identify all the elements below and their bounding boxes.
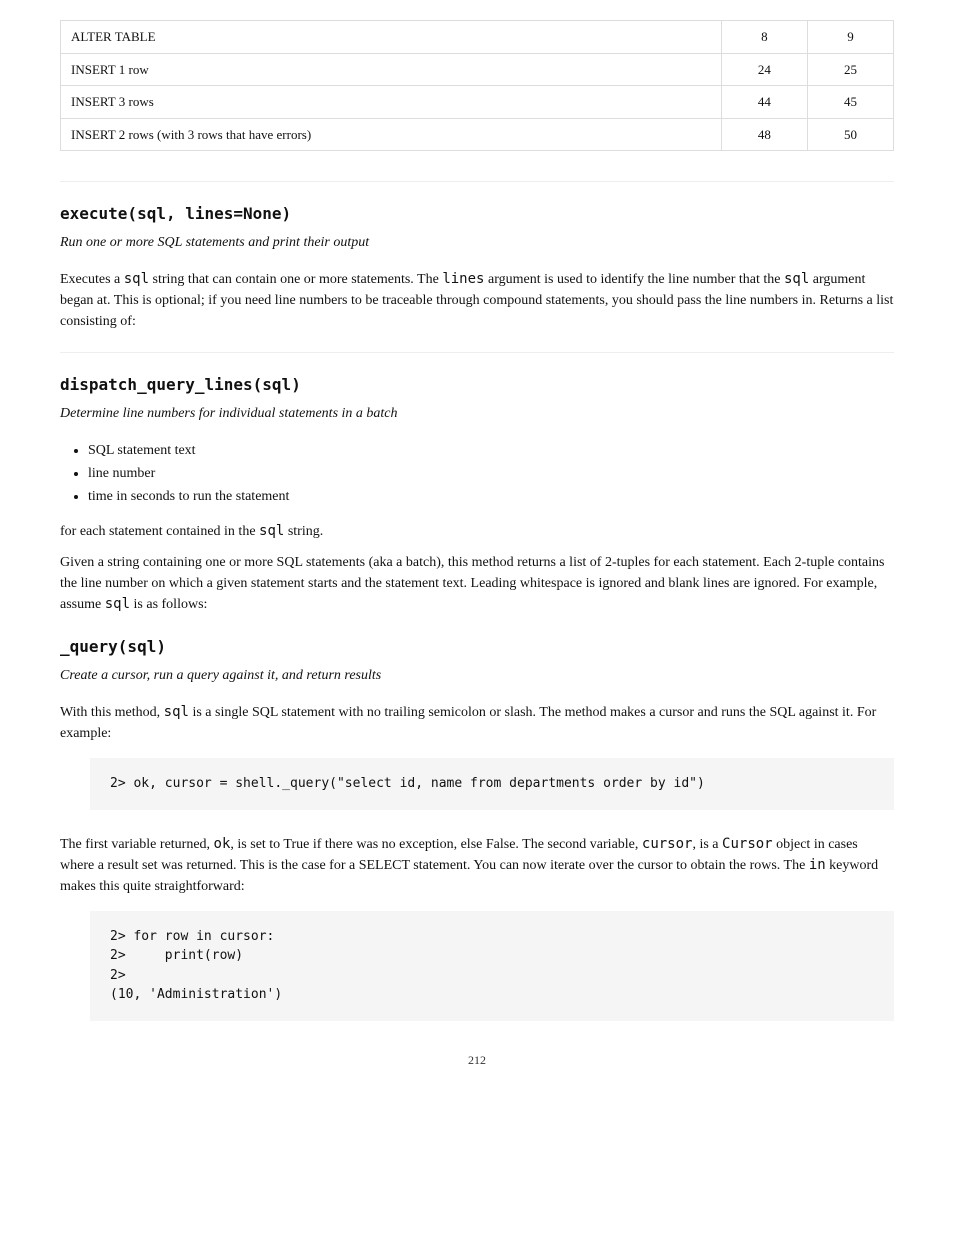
inline-code: sql [259,523,284,539]
cell-operation: INSERT 3 rows [61,86,722,119]
inline-code: sql [164,704,189,720]
separator [60,181,894,182]
table-row: ALTER TABLE 8 9 [61,21,894,54]
inline-code: ok [214,836,231,852]
cell-operation: ALTER TABLE [61,21,722,54]
cell-val2: 25 [807,53,893,86]
method-paragraph: With this method, sql is a single SQL st… [60,702,894,744]
method-paragraph: Given a string containing one or more SQ… [60,552,894,615]
inline-code: cursor [642,836,693,852]
inline-code: Cursor [722,836,773,852]
inline-code: sql [105,596,130,612]
list-item: time in seconds to run the statement [88,486,894,507]
method-subtitle: Determine line numbers for individual st… [60,403,894,424]
inline-code: sql [124,271,149,287]
bullet-list: SQL statement text line number time in s… [60,440,894,507]
method-paragraph: Executes a sql string that can contain o… [60,269,894,332]
inline-code: sql [784,271,809,287]
method-paragraph: The first variable returned, ok, is set … [60,834,894,897]
method-subtitle: Run one or more SQL statements and print… [60,232,894,253]
method-heading: dispatch_query_lines(sql) [60,373,894,397]
cell-val1: 24 [721,53,807,86]
cell-val1: 44 [721,86,807,119]
method-heading: execute(sql, lines=None) [60,202,894,226]
inline-code: lines [442,271,484,287]
cell-operation: INSERT 1 row [61,53,722,86]
table-row: INSERT 1 row 24 25 [61,53,894,86]
list-item: line number [88,463,894,484]
table-row: INSERT 2 rows (with 3 rows that have err… [61,118,894,151]
cell-operation: INSERT 2 rows (with 3 rows that have err… [61,118,722,151]
method-heading: _query(sql) [60,635,894,659]
inline-code: in [809,857,826,873]
code-block: 2> ok, cursor = shell._query("select id,… [90,758,894,810]
method-paragraph: for each statement contained in the sql … [60,521,894,542]
cell-val2: 45 [807,86,893,119]
page-number: 212 [60,1051,894,1069]
list-item: SQL statement text [88,440,894,461]
cell-val2: 9 [807,21,893,54]
code-block: 2> for row in cursor: 2> print(row) 2> (… [90,911,894,1021]
method-subtitle: Create a cursor, run a query against it,… [60,665,894,686]
table-row: INSERT 3 rows 44 45 [61,86,894,119]
cell-val2: 50 [807,118,893,151]
summary-table: ALTER TABLE 8 9 INSERT 1 row 24 25 INSER… [60,20,894,151]
cell-val1: 8 [721,21,807,54]
cell-val1: 48 [721,118,807,151]
separator [60,352,894,353]
